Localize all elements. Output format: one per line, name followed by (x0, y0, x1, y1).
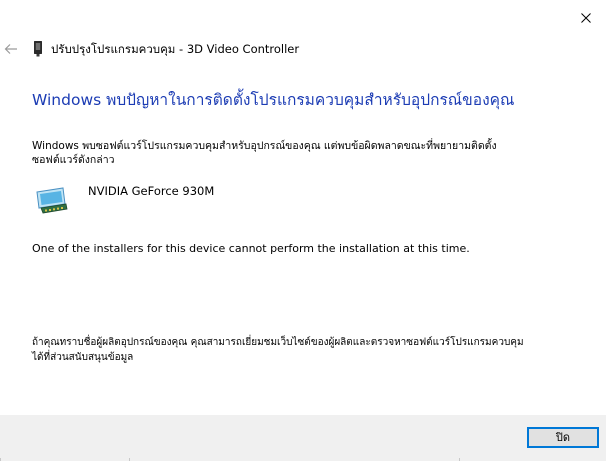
device-icon (34, 41, 42, 57)
wizard-title: ปรับปรุงโปรแกรมควบคุม - 3D Video Control… (51, 42, 300, 56)
device-name: NVIDIA GeForce 930M (88, 184, 215, 198)
error-description: Windows พบซอฟต์แวร์โปรแกรมควบคุมสำหรับอุ… (32, 140, 497, 166)
close-icon (581, 13, 591, 23)
manufacturer-note: ถ้าคุณทราบชื่อผู้ผลิตอุปกรณ์ของคุณ คุณสา… (32, 337, 524, 363)
error-message: One of the installers for this device ca… (32, 242, 470, 255)
back-arrow-icon (4, 44, 17, 54)
bottom-scroll-track (0, 456, 606, 461)
driver-update-window: ปรับปรุงโปรแกรมควบคุม - 3D Video Control… (0, 0, 606, 461)
close-button[interactable]: ปิด (527, 427, 599, 448)
display-adapter-icon (36, 187, 68, 214)
window-close-button[interactable] (571, 4, 601, 32)
page-heading: Windows พบปัญหาในการติดตั้งโปรแกรมควบคุม… (32, 91, 515, 109)
back-button[interactable] (2, 40, 20, 58)
button-bar (0, 415, 606, 461)
